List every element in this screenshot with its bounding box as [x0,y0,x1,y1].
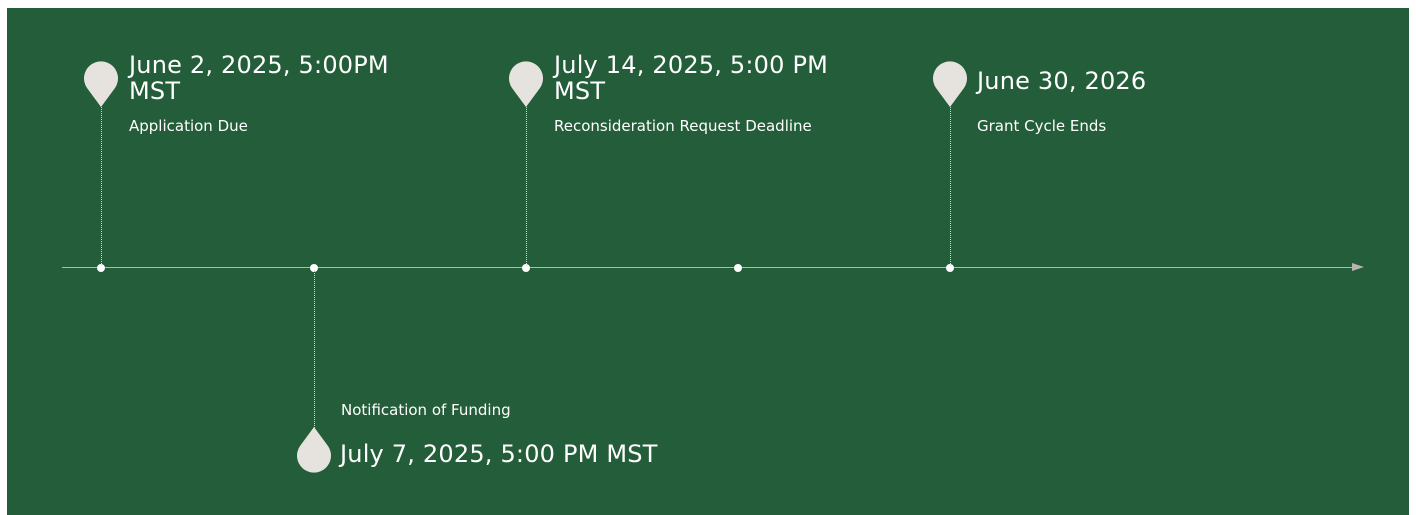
axis-marker-4 [734,264,742,272]
event-1-label: Application Due [129,117,248,135]
map-pin-icon [507,60,545,108]
map-pin-icon [82,60,120,108]
event-connector-4 [950,104,951,266]
timeline-axis [62,267,1354,268]
event-connector-3 [526,104,527,266]
event-connector-1 [101,104,102,266]
map-pin-icon [295,426,333,474]
event-2-date: July 7, 2025, 5:00 PM MST [340,440,658,468]
axis-arrowhead [1352,263,1364,271]
event-4-date: June 30, 2026 [977,67,1147,95]
event-4-label: Grant Cycle Ends [977,117,1107,135]
event-3-date: July 14, 2025, 5:00 PM MST [554,51,829,105]
event-3-label: Reconsideration Request Deadline [554,117,812,135]
event-connector-2 [314,270,315,430]
event-1-date: June 2, 2025, 5:00PM MST [129,51,389,105]
event-2-label: Notification of Funding [341,401,511,419]
map-pin-icon [931,60,969,108]
